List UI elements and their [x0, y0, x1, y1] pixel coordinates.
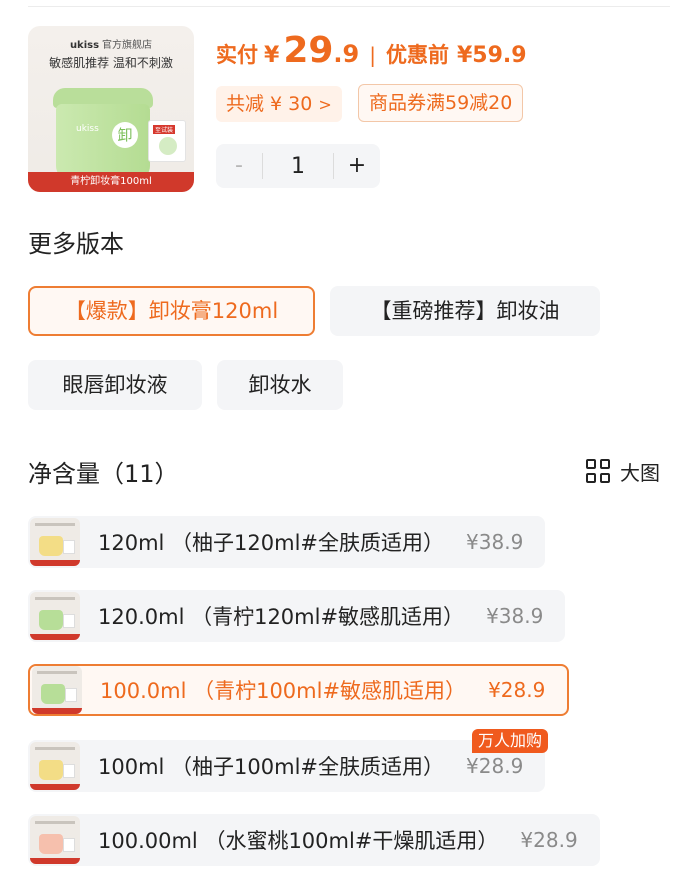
version-option-cream[interactable]: 【爆款】卸妆膏120ml: [28, 286, 315, 336]
final-price-integer: 29: [283, 30, 334, 71]
original-price-label: 优惠前: [386, 43, 449, 67]
variant-label: 100.00ml （水蜜桃100ml#干燥肌适用）: [98, 829, 499, 853]
variant-label: 100ml （柚子100ml#全肤质适用）: [98, 755, 445, 779]
sample-jar: [159, 137, 177, 155]
sample-card: 至试装: [148, 120, 186, 162]
variant-label: 120ml （柚子120ml#全肤质适用）: [98, 531, 445, 555]
net-content-title: 净含量（11）: [28, 460, 179, 488]
total-discount-label: 共减 ¥ 30: [226, 93, 313, 115]
variant-price: ¥28.9: [520, 828, 578, 852]
variant-row-lime-120[interactable]: 120.0ml （青柠120ml#敏感肌适用） ¥38.9: [28, 590, 566, 642]
coupon-tag[interactable]: 商品券满59减20: [358, 84, 524, 122]
total-discount-button[interactable]: 共减 ¥ 30 >: [216, 86, 342, 122]
final-price-decimal: .9: [333, 40, 360, 68]
product-image-slogan: 敏感肌推荐 温和不刺激: [49, 56, 173, 70]
variant-price: ¥28.9: [466, 754, 524, 778]
chevron-right-icon: >: [318, 95, 332, 114]
quantity-value[interactable]: 1: [263, 154, 333, 179]
decrease-button[interactable]: -: [216, 144, 262, 188]
price-row: 实付 ¥ 29 .9 | 优惠前 ¥59.9: [216, 30, 527, 74]
top-divider: [28, 6, 670, 7]
product-image-brand: ukiss 官方旗舰店: [69, 40, 153, 51]
jar-logo: ukiss: [76, 124, 99, 134]
quantity-stepper: - 1 +: [216, 144, 380, 188]
variant-row-peach-100[interactable]: 100.00ml （水蜜桃100ml#干燥肌适用） ¥28.9: [28, 814, 600, 866]
version-option-water[interactable]: 卸妆水: [217, 360, 343, 410]
jar-character: 卸: [112, 122, 138, 148]
variant-row-lime-100[interactable]: 100.0ml （青柠100ml#敏感肌适用） ¥28.9: [28, 664, 570, 716]
final-price-label: 实付: [216, 43, 258, 67]
variant-price: ¥38.9: [466, 530, 524, 554]
version-option-oil[interactable]: 【重磅推荐】卸妆油: [330, 286, 600, 336]
variant-row-grapefruit-120[interactable]: 120ml （柚子120ml#全肤质适用） ¥38.9: [28, 516, 546, 568]
product-image-caption: 青柠卸妆膏100ml: [28, 172, 194, 192]
product-image[interactable]: ukiss 官方旗舰店 敏感肌推荐 温和不刺激 ukiss 卸 至试装 青柠卸妆膏…: [28, 26, 194, 192]
more-versions-title: 更多版本: [28, 230, 124, 258]
version-option-eye-lip[interactable]: 眼唇卸妆液: [28, 360, 202, 410]
sample-tag: 至试装: [153, 125, 176, 134]
big-view-label: 大图: [620, 460, 660, 485]
variant-thumbnail: [30, 592, 80, 640]
variant-label: 120.0ml （青柠120ml#敏感肌适用）: [98, 605, 465, 629]
jar-body: ukiss 卸: [56, 104, 150, 180]
variant-price: ¥28.9: [488, 678, 546, 702]
popular-badge: 万人加购: [472, 729, 549, 753]
variant-price: ¥38.9: [486, 604, 544, 628]
variant-label: 100.0ml （青柠100ml#敏感肌适用）: [100, 679, 467, 703]
variant-thumbnail: [32, 666, 82, 714]
variant-thumbnail: [30, 518, 80, 566]
currency-symbol: ¥: [264, 43, 280, 68]
price-separator: |: [369, 43, 376, 67]
grid-icon: [586, 459, 610, 483]
big-view-toggle[interactable]: 大图: [586, 456, 660, 486]
original-price: ¥59.9: [457, 43, 527, 68]
increase-button[interactable]: +: [334, 144, 380, 188]
variant-thumbnail: [30, 742, 80, 790]
variant-row-grapefruit-100[interactable]: 100ml （柚子100ml#全肤质适用） ¥28.9: [28, 740, 546, 792]
variant-thumbnail: [30, 816, 80, 864]
